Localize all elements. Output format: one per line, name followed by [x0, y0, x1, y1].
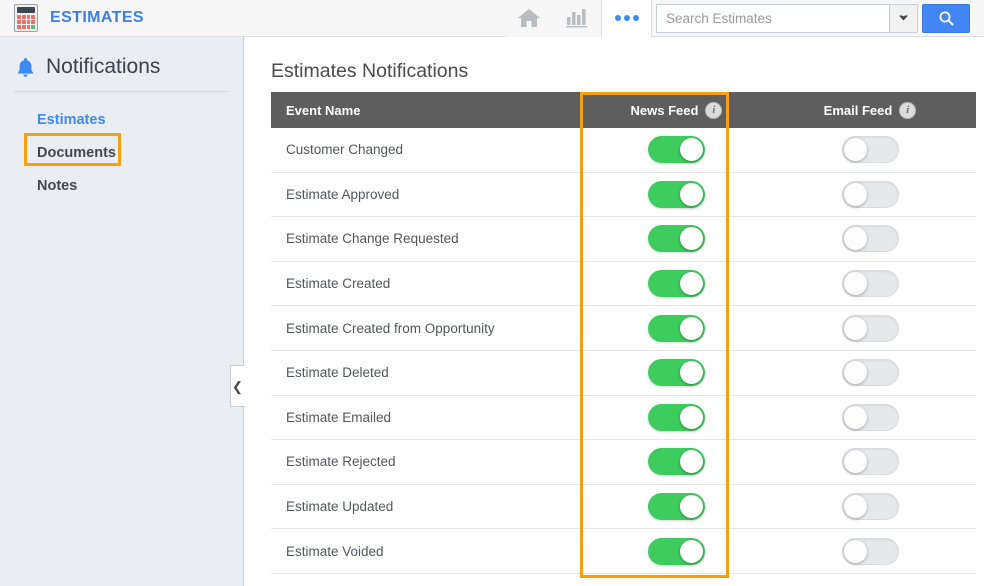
info-icon[interactable]: i: [705, 101, 723, 119]
cell-news-feed: [589, 403, 764, 431]
email-feed-toggle[interactable]: [841, 180, 899, 208]
email-feed-toggle[interactable]: [841, 225, 899, 253]
news-feed-toggle[interactable]: [648, 270, 705, 298]
table-row: Estimate Updated: [271, 485, 976, 530]
email-feed-toggle[interactable]: [841, 448, 899, 476]
cell-news-feed: [589, 359, 764, 387]
sidebar-item-documents[interactable]: Documents: [0, 137, 243, 170]
table-row: Customer Changed: [271, 128, 976, 173]
email-feed-toggle[interactable]: [841, 270, 899, 298]
cell-event-name: Estimate Voided: [286, 543, 384, 559]
cell-news-feed: [589, 314, 764, 342]
cell-news-feed: [589, 493, 764, 521]
app-window: ESTIMATES Search Estimates Notifications…: [0, 0, 984, 586]
column-header-email-feed: Email Feed i: [764, 101, 976, 119]
cell-event-name: Customer Changed: [286, 142, 404, 158]
sidebar-item-estimates[interactable]: Estimates: [0, 104, 243, 137]
news-feed-toggle[interactable]: [648, 180, 705, 208]
calculator-icon: [14, 3, 40, 33]
sidebar-item-label: Documents: [37, 145, 116, 161]
cell-email-feed: [764, 448, 976, 476]
sidebar-header: Notifications: [0, 37, 243, 79]
page-title: Estimates Notifications: [271, 60, 469, 82]
more-ellipsis-icon[interactable]: [601, 0, 652, 37]
table-row: Estimate Rejected: [271, 440, 976, 485]
cell-news-feed: [589, 270, 764, 298]
cell-email-feed: [764, 180, 976, 208]
cell-email-feed: [764, 270, 976, 298]
table-header-row: Event Name News Feed i Email Feed i: [271, 92, 976, 128]
table-row: Estimate Created from Opportunity: [271, 306, 976, 351]
email-feed-toggle[interactable]: [841, 136, 899, 164]
sidebar-item-notes[interactable]: Notes: [0, 170, 243, 203]
email-feed-toggle[interactable]: [841, 537, 899, 565]
cell-news-feed: [589, 225, 764, 253]
home-icon[interactable]: [505, 0, 553, 37]
cell-email-feed: [764, 314, 976, 342]
table-row: Estimate Created: [271, 262, 976, 307]
cell-event-name: Estimate Created from Opportunity: [286, 320, 495, 336]
search-button[interactable]: [922, 3, 970, 33]
sidebar-title: Notifications: [46, 55, 161, 78]
chevron-down-icon[interactable]: [889, 4, 917, 32]
cell-news-feed: [589, 180, 764, 208]
search-input[interactable]: [657, 4, 889, 32]
news-feed-toggle[interactable]: [648, 314, 705, 342]
column-header-news-feed-label: News Feed: [630, 102, 699, 118]
table-row: Estimate Emailed: [271, 396, 976, 441]
cell-event-name: Estimate Deleted: [286, 365, 389, 381]
table-row: Estimate Change Requested: [271, 217, 976, 262]
bar-chart-icon[interactable]: [553, 0, 601, 37]
table-row: Estimate Approved: [271, 173, 976, 218]
email-feed-toggle[interactable]: [841, 493, 899, 521]
sidebar-item-label: Estimates: [37, 112, 106, 128]
cell-event-name: Estimate Approved: [286, 186, 400, 202]
cell-email-feed: [764, 359, 976, 387]
sidebar: Notifications Estimates Documents Notes: [0, 37, 244, 586]
table-row: Estimate Deleted: [271, 351, 976, 396]
table-row: Estimate Voided: [271, 529, 976, 574]
main-content: ❮ Estimates Notifications Event Name New…: [230, 37, 984, 586]
search-box[interactable]: [656, 3, 918, 33]
news-feed-toggle[interactable]: [648, 537, 705, 565]
cell-event-name: Estimate Change Requested: [286, 231, 459, 247]
email-feed-toggle[interactable]: [841, 359, 899, 387]
news-feed-toggle[interactable]: [648, 225, 705, 253]
cell-email-feed: [764, 403, 976, 431]
cell-event-name: Estimate Updated: [286, 499, 394, 515]
cell-email-feed: [764, 493, 976, 521]
sidebar-items: Estimates Documents Notes: [0, 92, 243, 203]
top-bar: ESTIMATES: [0, 0, 984, 37]
news-feed-toggle[interactable]: [648, 136, 705, 164]
sidebar-collapse-handle[interactable]: ❮: [230, 365, 245, 407]
info-icon[interactable]: i: [899, 101, 917, 119]
app-title: ESTIMATES: [50, 9, 144, 26]
column-header-news-feed: News Feed i: [589, 101, 764, 119]
chevron-left-icon: ❮: [232, 378, 243, 394]
cell-news-feed: [589, 136, 764, 164]
search-area: [656, 3, 970, 33]
cell-event-name: Estimate Rejected: [286, 454, 396, 470]
column-header-event-name: Event Name: [286, 102, 361, 118]
cell-news-feed: [589, 537, 764, 565]
cell-email-feed: [764, 225, 976, 253]
notifications-table: Event Name News Feed i Email Feed i Cust…: [271, 92, 976, 574]
news-feed-toggle[interactable]: [648, 403, 705, 431]
news-feed-toggle[interactable]: [648, 359, 705, 387]
bell-icon: [14, 55, 36, 79]
top-bar-actions: [505, 0, 984, 37]
sidebar-item-label: Notes: [37, 178, 78, 194]
column-header-email-feed-label: Email Feed: [823, 102, 893, 118]
news-feed-toggle[interactable]: [648, 448, 705, 476]
cell-event-name: Estimate Created: [286, 276, 391, 292]
email-feed-toggle[interactable]: [841, 403, 899, 431]
cell-news-feed: [589, 448, 764, 476]
cell-email-feed: [764, 136, 976, 164]
cell-event-name: Estimate Emailed: [286, 409, 392, 425]
news-feed-toggle[interactable]: [648, 493, 705, 521]
cell-email-feed: [764, 537, 976, 565]
email-feed-toggle[interactable]: [841, 314, 899, 342]
